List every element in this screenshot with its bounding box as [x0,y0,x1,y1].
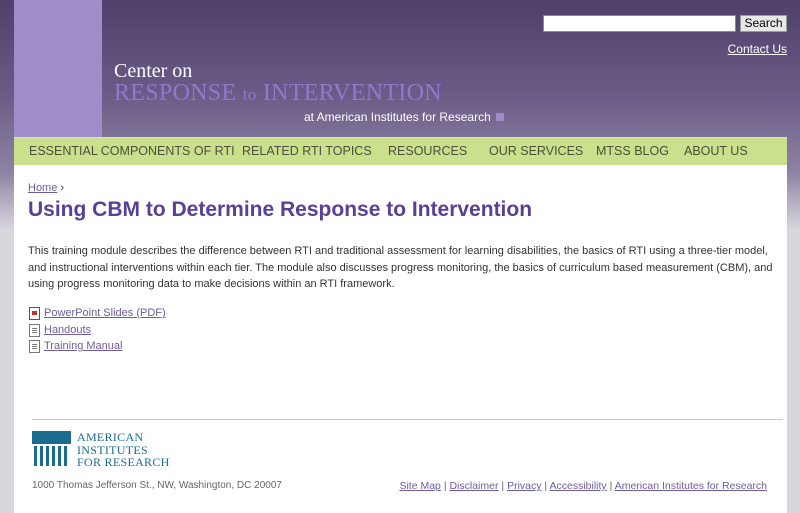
air-website-link[interactable]: American Institutes for Research [615,480,767,492]
breadcrumb-home-link[interactable]: Home [28,182,57,194]
footer-link-separator: | [443,480,447,492]
main-nav: ESSENTIAL COMPONENTS OF RTI RELATED RTI … [14,137,787,166]
disclaimer-link[interactable]: Disclaimer [449,480,498,492]
air-columns-icon [32,431,71,466]
logo-to: to [242,85,257,104]
nav-essential-components[interactable]: ESSENTIAL COMPONENTS OF RTI [29,144,235,158]
nav-our-services[interactable]: OUR SERVICES [489,144,583,158]
breadcrumb-separator: › [60,182,65,194]
footer-link-separator: | [544,480,548,492]
site-map-link[interactable]: Site Map [399,480,440,492]
header-accent-pillar [14,0,102,140]
air-logo-line3: FOR RESEARCH [77,455,170,470]
privacy-link[interactable]: Privacy [507,480,541,492]
air-logo-line1: AMERICAN [77,430,144,444]
footer-link-separator: | [501,480,505,492]
page-intro: This training module describes the diffe… [28,245,773,290]
nav-related-rti-topics[interactable]: RELATED RTI TOPICS [242,144,372,158]
training-manual-link[interactable]: Training Manual [44,340,122,352]
search-input[interactable] [543,15,736,32]
logo-square-icon [495,113,504,121]
footer-divider [32,419,783,420]
footer-address: 1000 Thomas Jefferson St., NW, Washingto… [32,480,282,491]
nav-mtss-blog[interactable]: MTSS BLOG [596,144,669,158]
breadcrumb: Home › [28,182,64,194]
logo-response-to-intervention: RESPONSE to INTERVENTION [114,80,442,107]
search-button[interactable]: Search [740,15,787,32]
document-icon [29,323,40,337]
nav-resources[interactable]: RESOURCES [388,144,467,158]
page-title: Using CBM to Determine Response to Inter… [28,198,533,221]
handouts-link[interactable]: Handouts [44,324,91,336]
main-content: Home › Using CBM to Determine Response t… [14,165,787,513]
air-logo-text: AMERICAN INSTITUTES FOR RESEARCH [77,431,197,469]
accessibility-link[interactable]: Accessibility [550,480,607,492]
logo-tagline-text: at American Institutes for Research [304,110,491,124]
logo-intervention: INTERVENTION [262,80,442,106]
logo-tagline: at American Institutes for Research [304,110,504,124]
document-icon [29,340,40,353]
logo-response: RESPONSE [114,80,237,106]
contact-us-link[interactable]: Contact Us [728,42,787,56]
powerpoint-slides-link[interactable]: PowerPoint Slides (PDF) [44,307,166,319]
footer-links: Site Map | Disclaimer | Privacy | Access… [399,480,767,492]
nav-about-us[interactable]: ABOUT US [684,144,748,158]
pdf-file-icon [29,307,40,320]
footer-link-separator: | [609,480,613,492]
